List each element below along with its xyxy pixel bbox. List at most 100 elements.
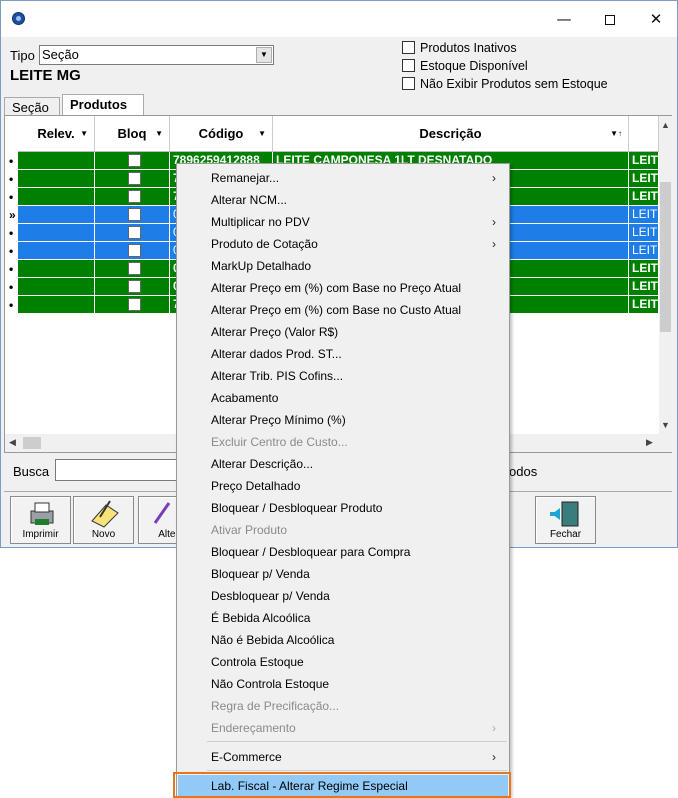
extra-cell: LEITE bbox=[629, 260, 659, 277]
scroll-right-icon[interactable]: ▶ bbox=[646, 437, 653, 448]
close-button[interactable]: ✕ bbox=[633, 1, 678, 37]
menu-item[interactable]: Preço Detalhado bbox=[178, 475, 508, 497]
chevron-down-icon[interactable]: ▼ bbox=[258, 116, 266, 152]
menu-item[interactable]: Alterar Preço em (%) com Base no Preço A… bbox=[178, 277, 508, 299]
menu-item[interactable]: Alterar Descrição... bbox=[178, 453, 508, 475]
scroll-down-icon[interactable]: ▼ bbox=[661, 420, 670, 430]
row-indicator: • bbox=[9, 262, 14, 276]
bloq-checkbox[interactable] bbox=[128, 280, 141, 293]
menu-item[interactable]: É Bebida Alcoólica bbox=[178, 607, 508, 629]
menu-item-label: Não Controla Estoque bbox=[211, 677, 330, 691]
menu-item-label: Alterar Preço Mínimo (%) bbox=[211, 413, 346, 427]
checkbox-produtos-inativos[interactable]: Produtos Inativos bbox=[402, 41, 517, 57]
section-title: LEITE MG bbox=[10, 67, 81, 84]
menu-item[interactable]: Alterar Preço em (%) com Base no Custo A… bbox=[178, 299, 508, 321]
checkbox-estoque-disponivel[interactable]: Estoque Disponível bbox=[402, 59, 528, 75]
todos-option-label[interactable]: odos bbox=[509, 464, 537, 479]
menu-item[interactable]: Produto de Cotação › bbox=[178, 233, 508, 255]
menu-item[interactable]: Não é Bebida Alcoólica bbox=[178, 629, 508, 651]
tipo-select[interactable]: Seção ▼ bbox=[39, 45, 274, 65]
menu-item[interactable]: Desbloquear p/ Venda bbox=[178, 585, 508, 607]
bloq-cell bbox=[95, 296, 170, 313]
bloq-cell bbox=[95, 278, 170, 295]
relev-cell bbox=[18, 278, 95, 295]
bloq-checkbox[interactable] bbox=[128, 298, 141, 311]
menu-item[interactable]: Não Controla Estoque bbox=[178, 673, 508, 695]
scroll-up-icon[interactable]: ▲ bbox=[661, 120, 670, 130]
column-header-bloq[interactable]: Bloq ▼ bbox=[95, 116, 170, 152]
checkbox-label: Não Exibir Produtos sem Estoque bbox=[420, 77, 608, 91]
tipo-select-value: Seção bbox=[42, 47, 79, 62]
menu-item[interactable]: Alterar dados Prod. ST... bbox=[178, 343, 508, 365]
extra-cell: LEITE bbox=[629, 152, 659, 169]
bloq-checkbox[interactable] bbox=[128, 190, 141, 203]
column-header-codigo[interactable]: Código ▼ bbox=[170, 116, 273, 152]
bloq-checkbox[interactable] bbox=[128, 172, 141, 185]
scroll-thumb[interactable] bbox=[660, 182, 671, 332]
menu-item[interactable]: MarkUp Detalhado bbox=[178, 255, 508, 277]
title-bar[interactable]: — ✕ bbox=[1, 1, 677, 37]
highlight-box bbox=[173, 772, 511, 798]
menu-item[interactable]: E-Commerce › bbox=[178, 746, 508, 768]
menu-item[interactable]: Controla Estoque bbox=[178, 651, 508, 673]
chevron-down-icon[interactable]: ▼ bbox=[155, 116, 163, 152]
tab-secao[interactable]: Seção bbox=[4, 97, 60, 115]
menu-item[interactable]: Bloquear / Desbloquear Produto bbox=[178, 497, 508, 519]
menu-item-label: Desbloquear p/ Venda bbox=[211, 589, 330, 603]
context-menu: Remanejar... › Alterar NCM... Multiplicar n… bbox=[176, 163, 510, 797]
chevron-down-icon[interactable]: ▼ bbox=[80, 116, 88, 152]
bloq-checkbox[interactable] bbox=[128, 244, 141, 257]
minimize-button[interactable]: — bbox=[541, 1, 587, 37]
row-indicator: • bbox=[9, 154, 14, 168]
submenu-arrow-icon: › bbox=[492, 750, 496, 764]
sort-icon[interactable]: ▼↑ bbox=[610, 116, 622, 152]
search-input[interactable] bbox=[55, 459, 181, 481]
menu-item[interactable]: Alterar NCM... bbox=[178, 189, 508, 211]
bloq-cell bbox=[95, 242, 170, 259]
bloq-checkbox[interactable] bbox=[128, 226, 141, 239]
menu-item[interactable]: Acabamento bbox=[178, 387, 508, 409]
menu-item[interactable]: Alterar Preço Mínimo (%) bbox=[178, 409, 508, 431]
vertical-scrollbar[interactable]: ▲ ▼ bbox=[659, 116, 672, 436]
checkbox-box[interactable] bbox=[402, 77, 415, 90]
bloq-cell bbox=[95, 206, 170, 223]
row-indicator: » bbox=[9, 208, 16, 222]
menu-item-label: Ativar Produto bbox=[211, 523, 288, 537]
submenu-arrow-icon: › bbox=[492, 171, 496, 185]
menu-item-label: Remanejar... bbox=[211, 171, 280, 185]
menu-item[interactable]: Bloquear / Desbloquear para Compra bbox=[178, 541, 508, 563]
bloq-checkbox[interactable] bbox=[128, 208, 141, 221]
new-button-label: Novo bbox=[91, 529, 116, 540]
checkbox-label: Estoque Disponível bbox=[420, 59, 528, 73]
menu-item[interactable]: Alterar Trib. PIS Cofins... bbox=[178, 365, 508, 387]
checkbox-box[interactable] bbox=[402, 59, 415, 72]
close-form-button[interactable]: Fechar bbox=[535, 496, 596, 544]
row-indicator: • bbox=[9, 190, 14, 204]
submenu-arrow-icon: › bbox=[492, 215, 496, 229]
checkbox-nao-exibir-sem-estoque[interactable]: Não Exibir Produtos sem Estoque bbox=[402, 77, 608, 93]
menu-item[interactable]: Multiplicar no PDV › bbox=[178, 211, 508, 233]
scroll-left-icon[interactable]: ◀ bbox=[9, 437, 16, 448]
tab-produtos[interactable]: Produtos bbox=[62, 94, 144, 115]
menu-item[interactable]: Bloquear p/ Venda bbox=[178, 563, 508, 585]
checkbox-box[interactable] bbox=[402, 41, 415, 54]
row-indicator: • bbox=[9, 244, 14, 258]
column-header-relev[interactable]: Relev. ▼ bbox=[18, 116, 95, 152]
tipo-label: Tipo bbox=[10, 48, 35, 63]
menu-item-label: Bloquear / Desbloquear para Compra bbox=[211, 545, 411, 559]
print-button[interactable]: Imprimir bbox=[10, 496, 71, 544]
menu-item: Regra de Precificação... bbox=[178, 695, 508, 717]
relev-cell bbox=[18, 206, 95, 223]
new-button[interactable]: Novo bbox=[73, 496, 134, 544]
column-header-descricao[interactable]: Descrição ▼↑ bbox=[273, 116, 629, 152]
chevron-down-icon[interactable]: ▼ bbox=[256, 47, 272, 63]
menu-item-label: Bloquear p/ Venda bbox=[211, 567, 310, 581]
menu-item[interactable]: Alterar Preço (Valor R$) bbox=[178, 321, 508, 343]
scroll-thumb[interactable] bbox=[23, 437, 41, 449]
bloq-checkbox[interactable] bbox=[128, 262, 141, 275]
column-header-extra bbox=[629, 116, 659, 152]
bloq-checkbox[interactable] bbox=[128, 154, 141, 167]
maximize-button[interactable] bbox=[587, 1, 633, 37]
submenu-arrow-icon: › bbox=[492, 237, 496, 251]
menu-item[interactable]: Remanejar... › bbox=[178, 167, 508, 189]
